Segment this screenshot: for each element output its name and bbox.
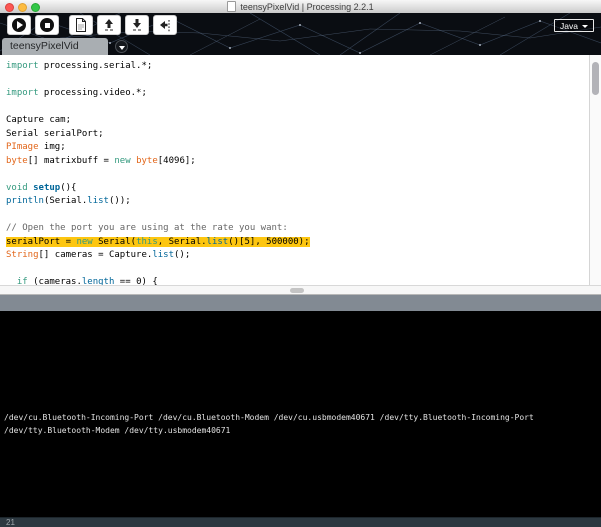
- console: /dev/cu.Bluetooth-Incoming-Port /dev/cu.…: [0, 311, 601, 517]
- statusbar: 21: [0, 517, 601, 527]
- play-icon: [12, 18, 26, 32]
- document-icon: [227, 1, 236, 12]
- code-line[interactable]: void setup(){: [6, 182, 594, 196]
- editor-vertical-scrollbar-thumb[interactable]: [592, 62, 599, 95]
- code-area[interactable]: import processing.serial.*; import proce…: [0, 60, 594, 285]
- tab-teensypixelvid[interactable]: teensyPixelVid: [2, 38, 108, 55]
- code-line[interactable]: byte[] matrixbuff = new byte[4096];: [6, 155, 594, 169]
- code-line[interactable]: import processing.serial.*;: [6, 60, 594, 74]
- code-line[interactable]: [6, 168, 594, 182]
- run-button[interactable]: [7, 15, 31, 35]
- stop-icon: [40, 18, 54, 32]
- processing-window: teensyPixelVid | Processing 2.2.1: [0, 0, 601, 527]
- code-line[interactable]: println(Serial.list());: [6, 195, 594, 209]
- code-line[interactable]: [6, 101, 594, 115]
- new-file-icon: [75, 18, 87, 32]
- console-line: /dev/tty.Bluetooth-Modem /dev/tty.usbmod…: [4, 424, 597, 437]
- editor-horizontal-scrollbar-thumb[interactable]: [290, 288, 304, 293]
- code-line[interactable]: import processing.video.*;: [6, 87, 594, 101]
- open-sketch-button[interactable]: [97, 15, 121, 35]
- save-icon: [131, 18, 143, 32]
- code-line[interactable]: Capture cam;: [6, 114, 594, 128]
- tab-menu-chevron-icon: [119, 46, 125, 50]
- code-line[interactable]: if (cameras.length == 0) {: [6, 276, 594, 285]
- mode-label: Java: [560, 21, 578, 31]
- chevron-down-icon: [582, 25, 588, 28]
- export-icon: [158, 18, 172, 32]
- tab-menu-button[interactable]: [115, 40, 128, 53]
- editor: import processing.serial.*; import proce…: [0, 55, 601, 285]
- open-icon: [103, 18, 115, 32]
- code-line[interactable]: PImage img;: [6, 141, 594, 155]
- mode-selector[interactable]: Java: [554, 19, 594, 32]
- code-line[interactable]: [6, 209, 594, 223]
- save-sketch-button[interactable]: [125, 15, 149, 35]
- code-line[interactable]: // Open the port you are using at the ra…: [6, 222, 594, 236]
- export-application-button[interactable]: [153, 15, 177, 35]
- window-title-text: teensyPixelVid | Processing 2.2.1: [240, 2, 373, 12]
- new-sketch-button[interactable]: [69, 15, 93, 35]
- console-output: /dev/cu.Bluetooth-Incoming-Port /dev/cu.…: [0, 311, 601, 437]
- editor-horizontal-scrollbar[interactable]: [0, 285, 601, 295]
- line-number-indicator: 21: [6, 518, 15, 527]
- window-title: teensyPixelVid | Processing 2.2.1: [0, 1, 601, 13]
- stop-button[interactable]: [35, 15, 59, 35]
- editor-vertical-scrollbar[interactable]: [589, 55, 601, 285]
- tab-label: teensyPixelVid: [10, 40, 79, 52]
- message-area: [0, 295, 601, 311]
- code-line[interactable]: [6, 74, 594, 88]
- titlebar: teensyPixelVid | Processing 2.2.1: [0, 0, 601, 14]
- console-line: /dev/cu.Bluetooth-Incoming-Port /dev/cu.…: [4, 411, 597, 424]
- code-line[interactable]: serialPort = new Serial(this, Serial.lis…: [6, 236, 594, 250]
- code-line[interactable]: String[] cameras = Capture.list();: [6, 249, 594, 263]
- code-line[interactable]: [6, 263, 594, 277]
- toolbar: Java teensyPixelVid: [0, 13, 601, 55]
- code-line[interactable]: Serial serialPort;: [6, 128, 594, 142]
